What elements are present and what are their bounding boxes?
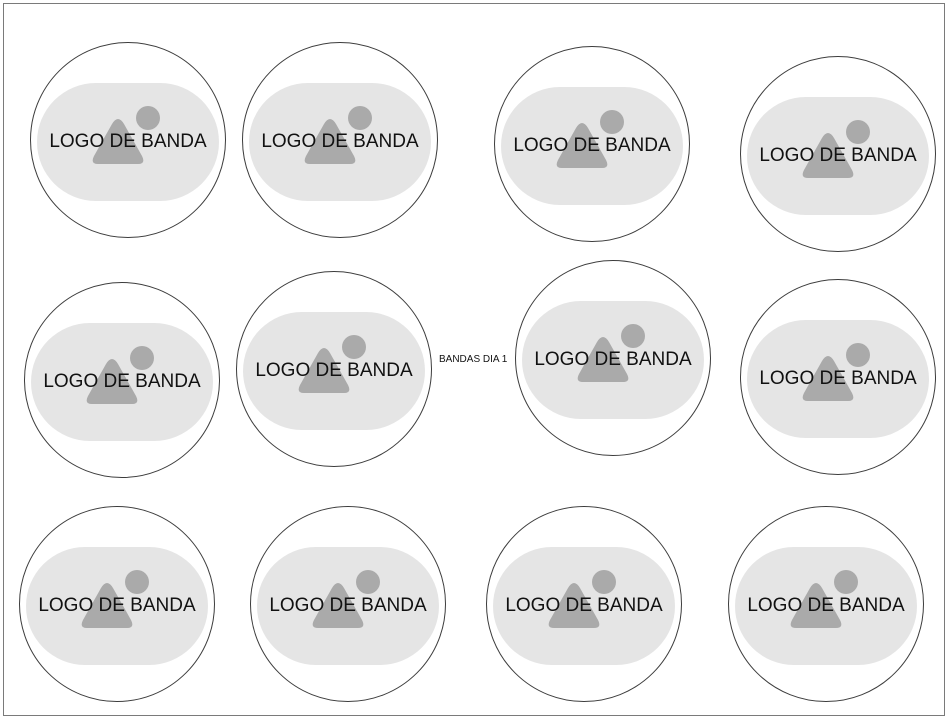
logo-placeholder: LOGO DE BANDA (37, 83, 219, 201)
band-logo-slot-6[interactable]: LOGO DE BANDA (236, 271, 432, 467)
logo-label: LOGO DE BANDA (513, 135, 671, 156)
logo-label: LOGO DE BANDA (759, 368, 917, 389)
band-logo-slot-11[interactable]: LOGO DE BANDA (486, 506, 682, 702)
logo-placeholder: LOGO DE BANDA (501, 87, 683, 205)
logo-label: LOGO DE BANDA (505, 595, 663, 616)
band-logo-slot-8[interactable]: LOGO DE BANDA (740, 279, 936, 475)
band-logo-slot-3[interactable]: LOGO DE BANDA (494, 46, 690, 242)
day-label: BANDAS DIA 1 (439, 354, 508, 365)
logo-placeholder: LOGO DE BANDA (243, 312, 425, 430)
band-logo-slot-2[interactable]: LOGO DE BANDA (242, 42, 438, 238)
logo-placeholder: LOGO DE BANDA (493, 547, 675, 665)
logo-label: LOGO DE BANDA (269, 595, 427, 616)
logo-placeholder: LOGO DE BANDA (257, 547, 439, 665)
logo-label: LOGO DE BANDA (534, 349, 692, 370)
logo-label: LOGO DE BANDA (38, 595, 196, 616)
logo-label: LOGO DE BANDA (49, 131, 207, 152)
band-logo-slot-5[interactable]: LOGO DE BANDA (24, 282, 220, 478)
logo-placeholder: LOGO DE BANDA (249, 83, 431, 201)
logo-placeholder: LOGO DE BANDA (26, 547, 208, 665)
band-logo-slot-9[interactable]: LOGO DE BANDA (19, 506, 215, 702)
logo-label: LOGO DE BANDA (261, 131, 419, 152)
logo-placeholder: LOGO DE BANDA (735, 547, 917, 665)
logo-placeholder: LOGO DE BANDA (522, 301, 704, 419)
logo-placeholder: LOGO DE BANDA (747, 97, 929, 215)
band-logo-slot-1[interactable]: LOGO DE BANDA (30, 42, 226, 238)
band-logo-slot-4[interactable]: LOGO DE BANDA (740, 56, 936, 252)
band-logo-slot-7[interactable]: LOGO DE BANDA (515, 260, 711, 456)
band-logo-slot-12[interactable]: LOGO DE BANDA (728, 506, 924, 702)
logo-label: LOGO DE BANDA (255, 360, 413, 381)
logo-placeholder: LOGO DE BANDA (31, 323, 213, 441)
logo-placeholder: LOGO DE BANDA (747, 320, 929, 438)
band-logo-slot-10[interactable]: LOGO DE BANDA (250, 506, 446, 702)
logo-label: LOGO DE BANDA (43, 371, 201, 392)
logo-label: LOGO DE BANDA (759, 145, 917, 166)
logo-label: LOGO DE BANDA (747, 595, 905, 616)
